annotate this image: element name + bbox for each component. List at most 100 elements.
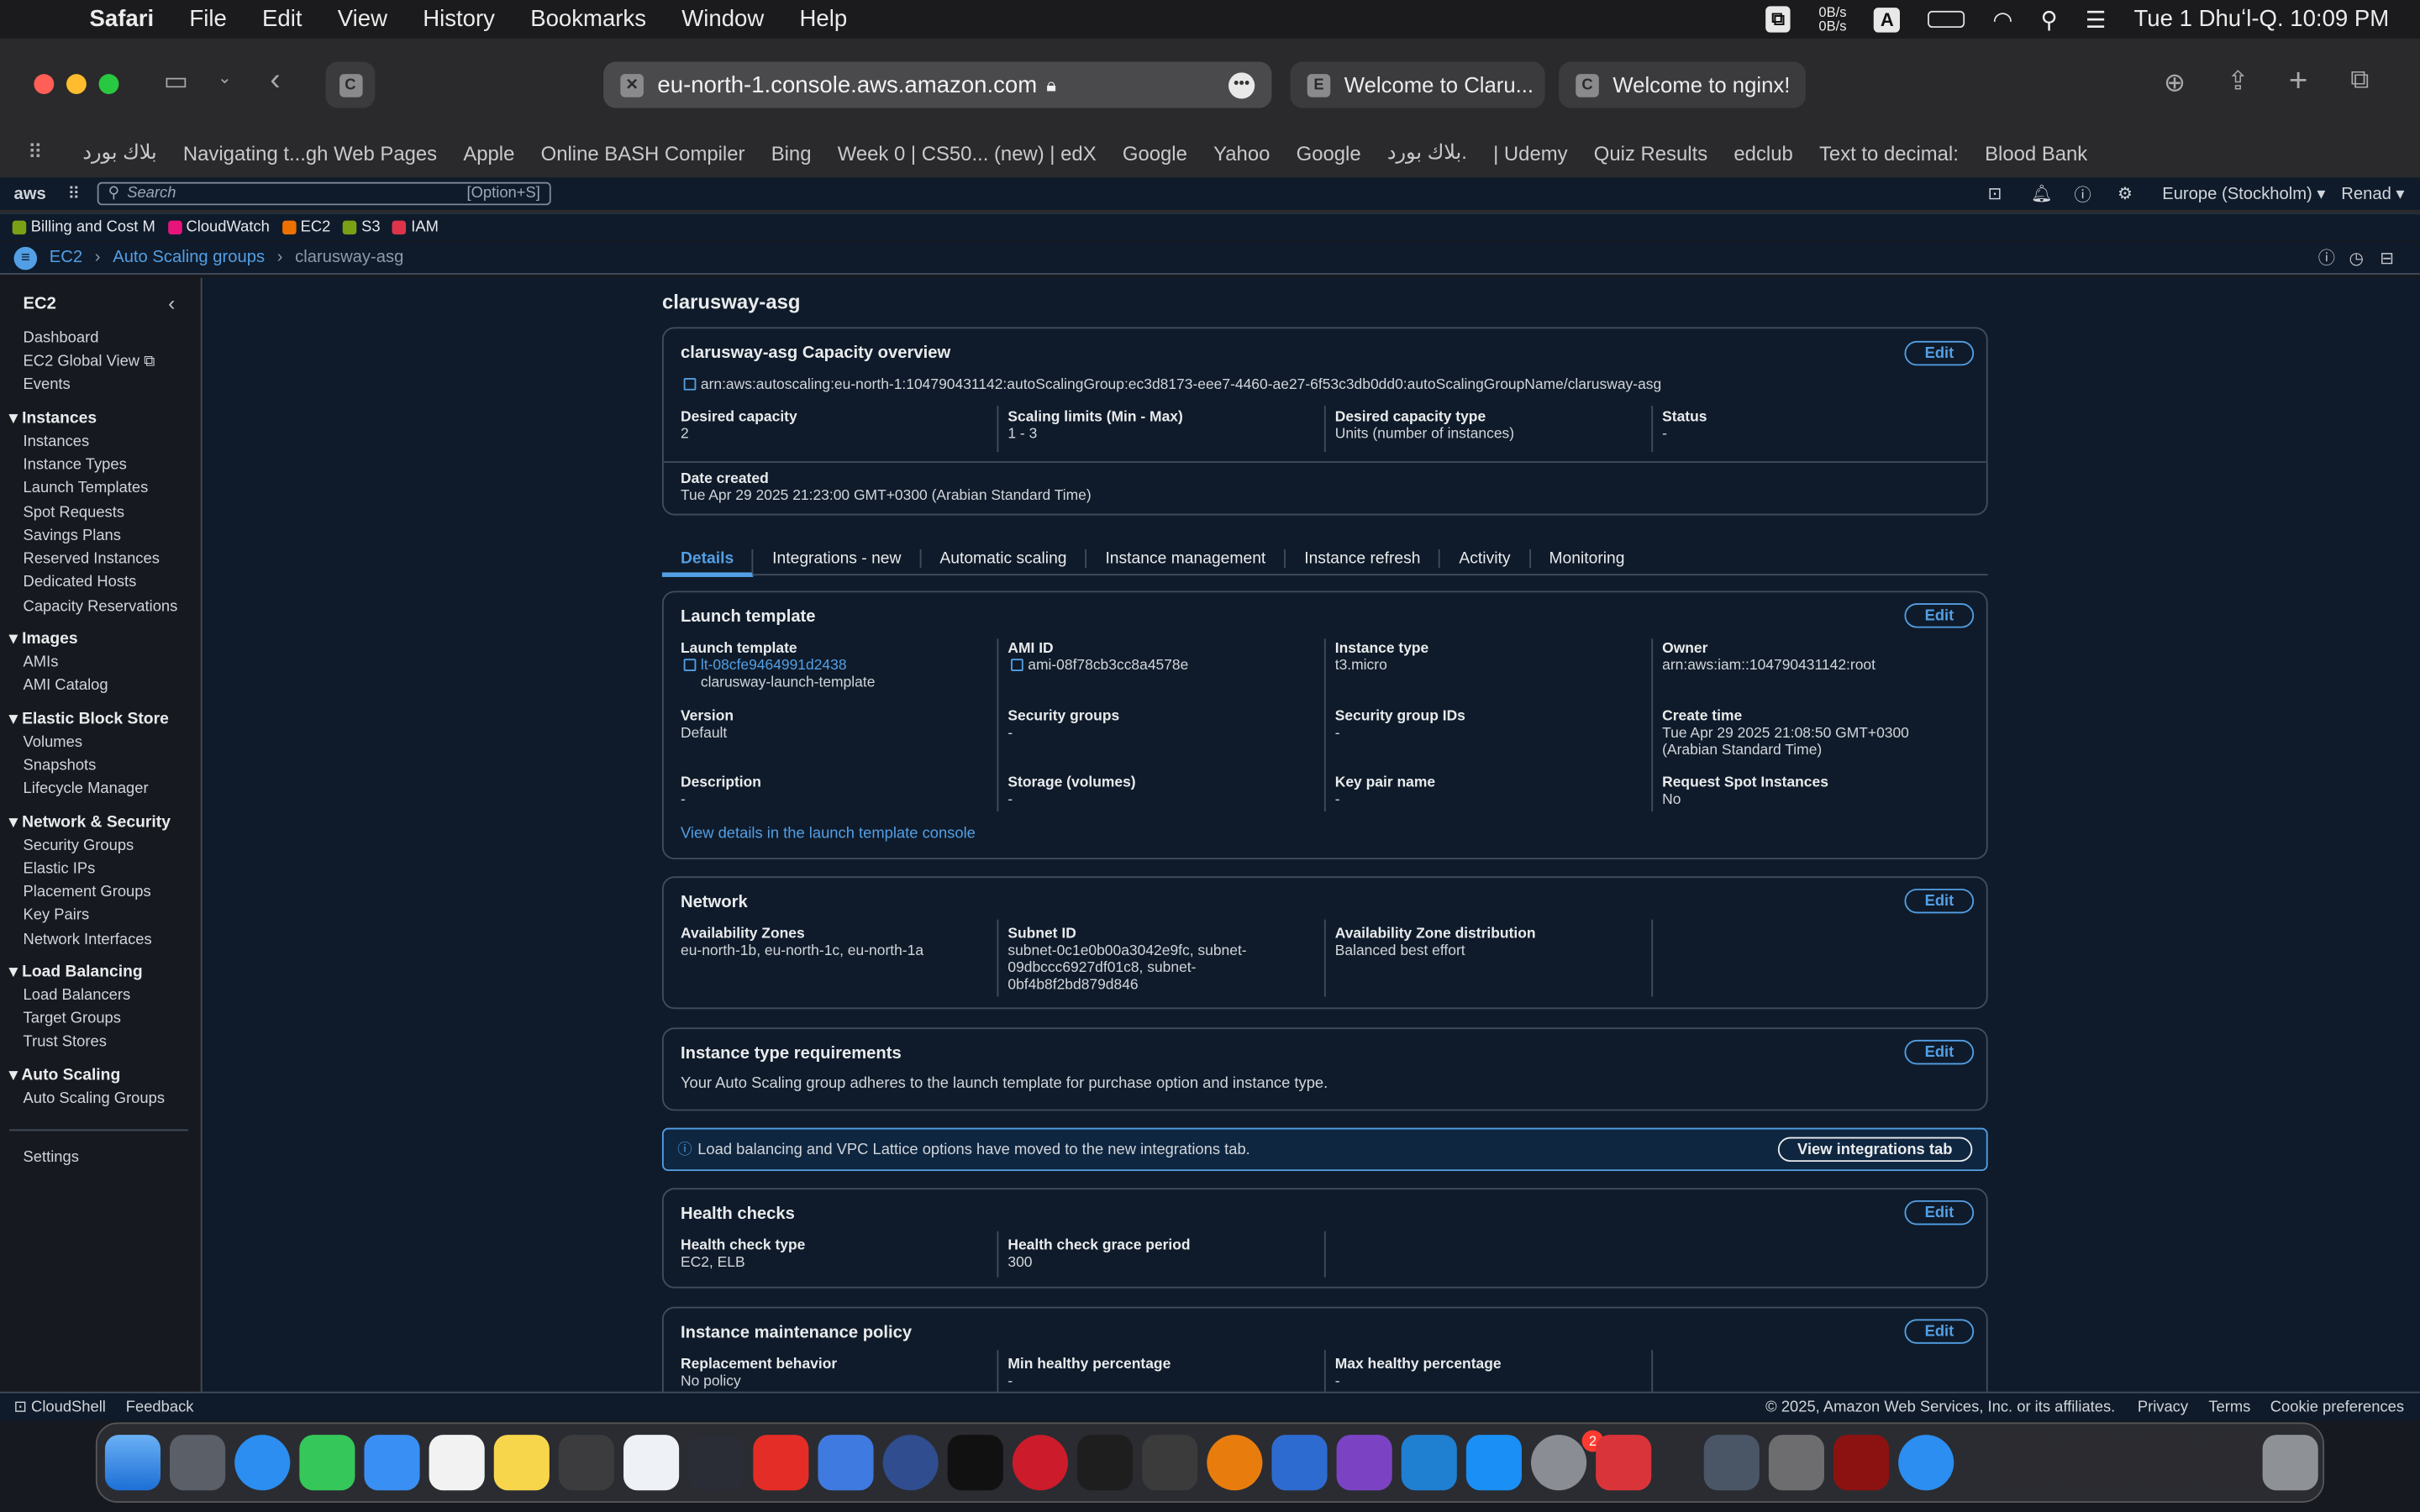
visual-studio-icon[interactable] <box>1336 1435 1392 1491</box>
bookmark-item[interactable]: Quiz Results <box>1594 141 1707 165</box>
sidebar-item[interactable]: Instances <box>24 433 90 450</box>
tab-integrations[interactable]: Integrations - new <box>754 548 922 567</box>
sidebar-item[interactable]: Target Groups <box>24 1011 121 1027</box>
edit-maintenance-button[interactable]: Edit <box>1904 1319 1975 1344</box>
tab-monitoring[interactable]: Monitoring <box>1530 549 1643 567</box>
notes-icon[interactable] <box>493 1435 550 1491</box>
menu-help[interactable]: Help <box>799 6 847 32</box>
bookmark-item[interactable]: Blood Bank <box>1985 141 2087 165</box>
edit-network-button[interactable]: Edit <box>1904 888 1975 914</box>
pdf-app-icon[interactable] <box>1596 1435 1652 1491</box>
vscode-icon[interactable] <box>1401 1435 1457 1491</box>
grid-icon[interactable]: ⠿ <box>28 140 43 165</box>
photos-icon[interactable] <box>429 1435 485 1491</box>
sidebar-item[interactable]: AMI Catalog <box>24 677 108 694</box>
xcode-icon[interactable] <box>818 1435 874 1491</box>
tab-overview-icon[interactable]: ⧉ <box>2350 65 2369 96</box>
aws-logo[interactable]: aws <box>14 184 46 202</box>
sidebar-item[interactable]: Volumes <box>24 734 82 751</box>
back-icon[interactable]: ‹ <box>270 63 280 98</box>
sidebar-section-ebs[interactable]: ▾ Elastic Block Store <box>9 710 169 728</box>
youtube-icon[interactable] <box>753 1435 809 1491</box>
breadcrumb-ec2[interactable]: EC2 <box>50 249 82 267</box>
new-tab-icon[interactable]: + <box>2289 63 2308 100</box>
bookmark-item[interactable]: بلاك بورد <box>82 140 156 165</box>
sidebar-item[interactable]: AMIs <box>24 654 59 671</box>
menu-app-name[interactable]: Safari <box>90 6 155 32</box>
bookmark-item[interactable]: Apple <box>463 141 514 165</box>
mail-icon[interactable] <box>364 1435 420 1491</box>
menu-hamburger-icon[interactable]: ≡ <box>13 245 38 270</box>
freeform-icon[interactable] <box>623 1435 680 1491</box>
menu-window[interactable]: Window <box>681 6 764 32</box>
menu-history[interactable]: History <box>423 6 495 32</box>
trash-icon[interactable] <box>2262 1435 2318 1491</box>
terms-link[interactable]: Terms <box>2208 1399 2250 1415</box>
sidebar-item[interactable]: Launch Templates <box>24 480 149 496</box>
bookmark-item[interactable]: edclub <box>1733 141 1792 165</box>
sidebar-item[interactable]: Spot Requests <box>24 505 125 522</box>
sidebar-item-dashboard[interactable]: Dashboard <box>24 330 99 347</box>
privacy-link[interactable]: Privacy <box>2138 1399 2188 1415</box>
bookmark-item[interactable]: Navigating t...gh Web Pages <box>183 141 437 165</box>
sidebar-section-auto-scaling[interactable]: ▾ Auto Scaling <box>9 1066 120 1084</box>
bookmark-item[interactable]: Text to decimal: <box>1819 141 1959 165</box>
sequence-icon[interactable] <box>1271 1435 1328 1491</box>
sidebar-title[interactable]: EC2 <box>24 295 56 313</box>
tab-details[interactable]: Details <box>661 548 755 577</box>
launchpad-icon[interactable] <box>170 1435 226 1491</box>
service-cloudwatch[interactable]: CloudWatch <box>167 219 270 236</box>
sidebar-item[interactable]: Capacity Reservations <box>24 599 178 616</box>
sidebar-item[interactable]: Dedicated Hosts <box>24 574 137 591</box>
bookmark-item[interactable]: Week 0 | CS50... (new) | edX <box>838 141 1097 165</box>
page-menu-icon[interactable]: ••• <box>1228 71 1255 98</box>
service-s3[interactable]: S3 <box>343 219 381 236</box>
figma-icon[interactable] <box>1077 1435 1134 1491</box>
settings-gear-icon[interactable]: ⚙ <box>2118 184 2133 203</box>
collapse-icon[interactable]: ‹ <box>168 291 175 315</box>
service-iam[interactable]: IAM <box>392 219 439 236</box>
sidebar-item-auto-scaling-groups[interactable]: Auto Scaling Groups <box>24 1091 165 1108</box>
service-ec2[interactable]: EC2 <box>281 219 330 236</box>
view-launch-template-link[interactable]: View details in the launch template cons… <box>681 826 976 843</box>
minimized-window-icon[interactable] <box>2133 1435 2198 1491</box>
terminal-icon[interactable] <box>947 1435 1003 1491</box>
close-window-button[interactable] <box>34 74 55 95</box>
edit-launch-template-button[interactable]: Edit <box>1904 603 1975 628</box>
service-billing[interactable]: Billing and Cost M <box>12 219 155 236</box>
control-center-icon[interactable]: ☰ <box>2086 5 2107 33</box>
input-source-icon[interactable]: A <box>1874 7 1901 32</box>
status-app-icon[interactable]: ⧉ <box>1765 6 1791 33</box>
preview-icon[interactable] <box>1703 1435 1760 1491</box>
launch-template-id-link[interactable]: lt-08cfe9464991d2438 <box>683 657 847 675</box>
sidebar-item-settings[interactable]: Settings <box>24 1149 79 1166</box>
sidebar-item[interactable]: Reserved Instances <box>24 551 160 568</box>
menu-bookmarks[interactable]: Bookmarks <box>530 6 646 32</box>
tab-nginx[interactable]: C Welcome to nginx! <box>1559 61 1806 108</box>
feedback-icon[interactable]: ⊟ <box>2380 248 2394 268</box>
cloudshell-link[interactable]: ⊡ CloudShell <box>14 1399 106 1415</box>
bookmark-item[interactable]: Yahoo <box>1213 141 1270 165</box>
breadcrumb-asg[interactable]: Auto Scaling groups <box>113 249 265 267</box>
edit-capacity-button[interactable]: Edit <box>1904 340 1975 366</box>
flash-icon[interactable] <box>1833 1435 1890 1491</box>
minimized-window-icon[interactable] <box>2061 1435 2127 1491</box>
sidebar-item[interactable]: Elastic IPs <box>24 861 96 878</box>
minimized-window-icon[interactable] <box>1991 1435 2056 1491</box>
info-icon[interactable]: ⓘ <box>2318 245 2335 270</box>
safari-web-app-icon[interactable] <box>1898 1435 1954 1491</box>
minimized-window-icon[interactable] <box>2203 1435 2269 1491</box>
menu-file[interactable]: File <box>189 6 226 32</box>
sidebar-item[interactable]: Load Balancers <box>24 987 131 1004</box>
edit-itr-button[interactable]: Edit <box>1904 1039 1975 1065</box>
bookmark-item[interactable]: Google <box>1297 141 1361 165</box>
feedback-link[interactable]: Feedback <box>126 1399 194 1415</box>
account-menu[interactable]: Renad ▾ <box>2341 184 2404 203</box>
share-icon[interactable]: ⇪ <box>2227 66 2249 97</box>
utility-icon[interactable] <box>558 1435 615 1491</box>
battery-icon[interactable] <box>1928 10 1965 29</box>
sidebar-section-images[interactable]: ▾ Images <box>9 629 78 648</box>
sidebar-item[interactable]: Placement Groups <box>24 884 151 900</box>
unity-icon[interactable] <box>1142 1435 1198 1491</box>
sidebar-item[interactable]: Lifecycle Manager <box>24 780 149 797</box>
